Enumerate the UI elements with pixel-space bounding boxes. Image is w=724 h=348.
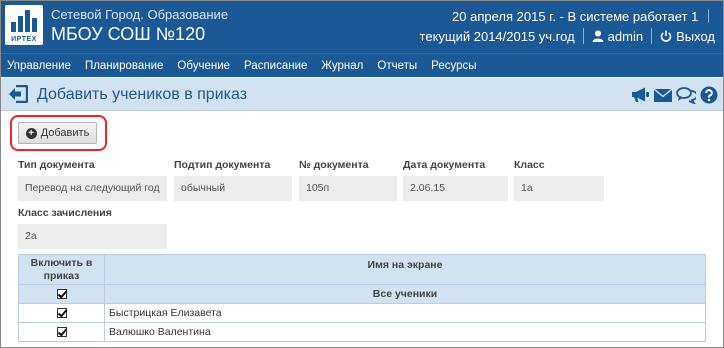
menu-item-management[interactable]: Управление — [7, 60, 71, 72]
table-header-row: Включить в приказ Имя на экране — [18, 254, 706, 285]
irtech-logo[interactable]: ИРТЕХ — [5, 5, 43, 45]
user-name: admin — [607, 28, 644, 44]
doc-type-field[interactable]: Перевод на следующий год — [18, 176, 167, 201]
chat-icon[interactable] — [676, 85, 696, 105]
menu-item-planning[interactable]: Планирование — [85, 60, 163, 72]
online-users[interactable]: В системе работает 1 — [568, 9, 699, 24]
table-row: Быстрицкая Елизавета — [18, 303, 706, 323]
name-column-header: Имя на экране — [104, 254, 706, 285]
divider — [582, 28, 584, 44]
menu-item-resources[interactable]: Ресурсы — [431, 60, 476, 72]
student-checkbox[interactable] — [56, 308, 67, 319]
app-name: Сетевой Город. Образование — [51, 7, 229, 22]
titlebar-tools — [630, 85, 719, 105]
power-icon — [660, 30, 672, 42]
header-user-bar: текущий 2014/2015 уч.год admin Выход — [420, 28, 715, 44]
enroll-class-label: Класс зачисления — [18, 207, 112, 219]
logout-label: Выход — [676, 28, 715, 44]
megaphone-icon[interactable] — [630, 85, 650, 105]
page-title: Добавить учеников в приказ — [37, 86, 248, 103]
school-year[interactable]: текущий 2014/2015 уч.год — [420, 29, 575, 44]
student-name: Быстрицкая Елизавета — [104, 303, 706, 323]
menu-item-journal[interactable]: Журнал — [321, 60, 363, 72]
back-icon[interactable] — [8, 85, 28, 103]
doc-number-field[interactable]: 105п — [299, 176, 397, 201]
class-field[interactable]: 1а — [514, 176, 604, 201]
header: ИРТЕХ Сетевой Город. Образование МБОУ СО… — [1, 1, 723, 53]
student-checkbox[interactable] — [56, 327, 67, 338]
doc-date-field[interactable]: 2.06.15 — [403, 176, 508, 201]
select-all-checkbox[interactable] — [56, 289, 67, 300]
logo-graphic — [11, 10, 37, 32]
header-status: 20 апреля 2015 г. - В системе работает 1 — [452, 9, 715, 24]
highlight-annotation — [10, 115, 107, 151]
divider — [708, 9, 709, 23]
logout-button[interactable]: Выход — [660, 29, 715, 44]
page-titlebar: Добавить учеников в приказ — [1, 78, 723, 111]
enroll-class-field[interactable]: 2а — [18, 224, 167, 249]
doc-type-label: Тип документа — [18, 159, 95, 171]
doc-number-label: № документа — [299, 159, 369, 171]
students-table: Включить в приказ Имя на экране Все учен… — [18, 254, 706, 342]
class-label: Класс — [514, 159, 545, 171]
current-date: 20 апреля 2015 г. - — [452, 9, 564, 24]
select-all-row: Все ученики — [18, 284, 706, 304]
user-icon — [592, 30, 604, 42]
doc-subtype-label: Подтип документа — [174, 159, 271, 171]
logo-text: ИРТЕХ — [11, 36, 37, 43]
menu-item-schedule[interactable]: Расписание — [244, 60, 307, 72]
app-frame: ИРТЕХ Сетевой Город. Образование МБОУ СО… — [0, 0, 724, 348]
main-menu: Управление Планирование Обучение Расписа… — [1, 53, 723, 77]
help-icon[interactable] — [699, 85, 719, 105]
school-name: МБОУ СОШ №120 — [51, 24, 206, 44]
user-link[interactable]: admin — [592, 29, 643, 44]
mail-icon[interactable] — [653, 85, 673, 105]
all-students-label: Все ученики — [104, 284, 706, 304]
doc-date-label: Дата документа — [403, 159, 486, 171]
menu-item-reports[interactable]: Отчеты — [377, 60, 417, 72]
doc-subtype-field[interactable]: обычный — [174, 176, 292, 201]
menu-item-education[interactable]: Обучение — [177, 60, 230, 72]
student-name: Валюшко Валентина — [104, 322, 706, 342]
divider — [651, 28, 653, 44]
table-row: Валюшко Валентина — [18, 322, 706, 342]
include-column-header: Включить в приказ — [18, 254, 105, 285]
